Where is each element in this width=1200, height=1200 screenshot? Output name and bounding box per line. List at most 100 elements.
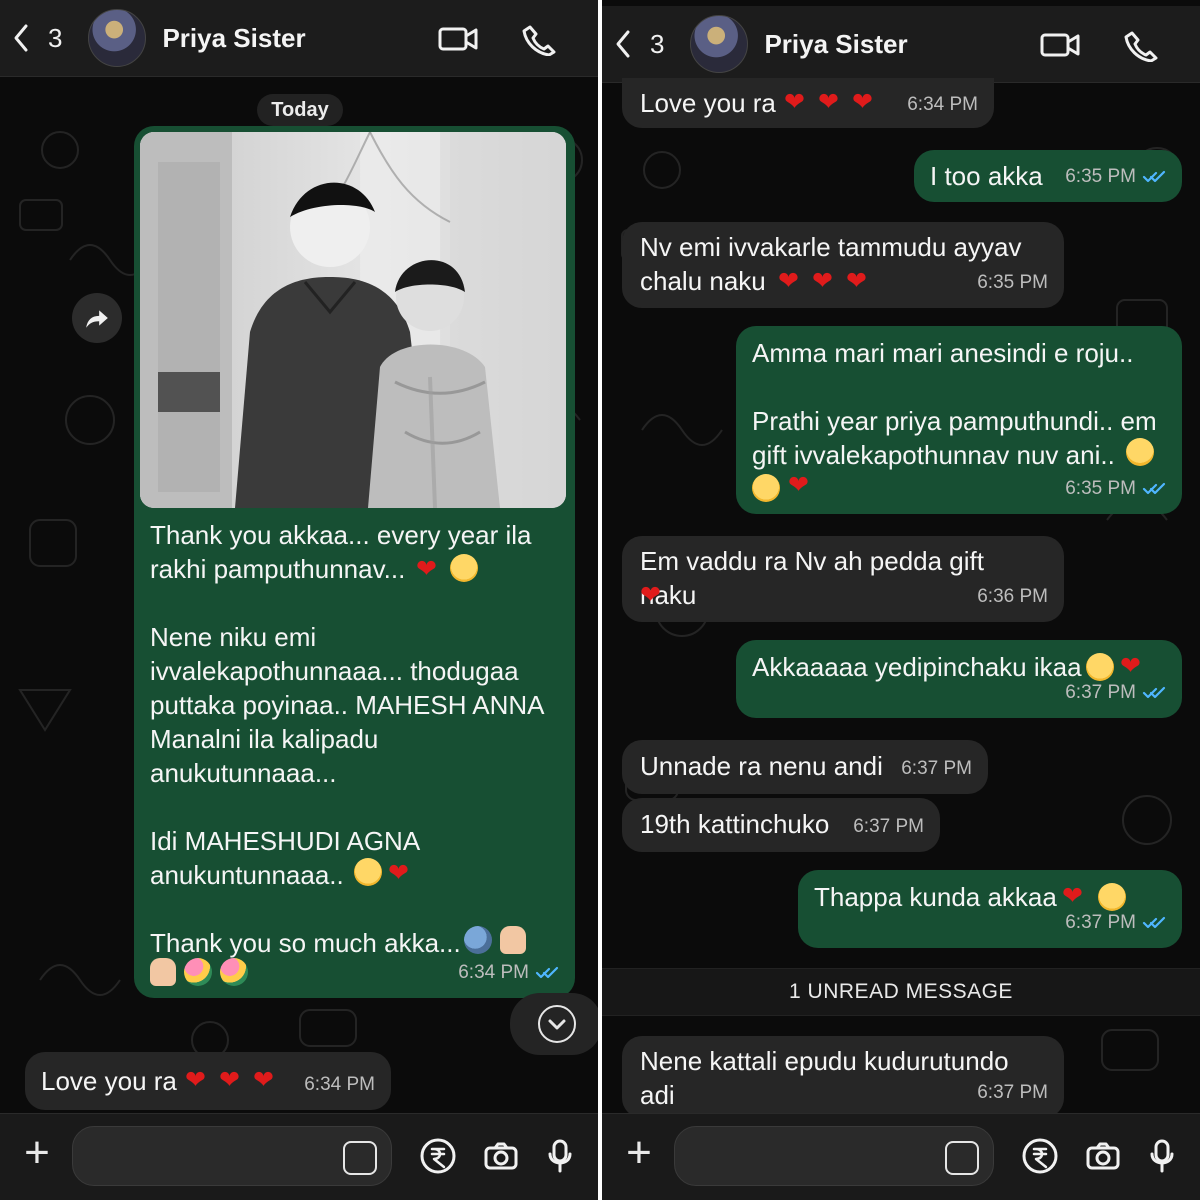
double-check-icon xyxy=(1142,482,1166,495)
heart-icon: ❤ xyxy=(253,1066,274,1094)
double-check-icon xyxy=(1142,686,1166,699)
message-input[interactable] xyxy=(72,1126,392,1186)
attach-button[interactable]: + xyxy=(18,1131,56,1175)
shared-photo[interactable] xyxy=(140,132,566,508)
message-outgoing[interactable]: Akkaaaaa yedipinchaku ikaa ❤ 6:37 PM xyxy=(736,640,1182,718)
heart-icon: ❤ xyxy=(846,267,867,295)
message-incoming[interactable]: Nene kattali epudu kudurutundo adi 6:37 … xyxy=(622,1036,1064,1118)
photo-grayscale-illustration xyxy=(140,132,566,508)
message-time: 6:35 PM xyxy=(1065,478,1136,499)
message-time: 6:34 PM xyxy=(458,962,529,983)
message-meta: 6:34 PM xyxy=(304,1068,375,1102)
message-meta: 6:37 PM xyxy=(1065,676,1166,710)
flower-bouquet-icon xyxy=(184,958,212,986)
rupee-payment-icon[interactable] xyxy=(418,1136,458,1176)
camera-icon[interactable] xyxy=(481,1136,521,1176)
double-check-icon xyxy=(1142,916,1166,929)
video-camera-icon[interactable] xyxy=(438,22,478,56)
message-time: 6:36 PM xyxy=(977,586,1048,607)
message-meta: 6:37 PM xyxy=(901,752,972,786)
sticker-icon[interactable] xyxy=(945,1141,979,1175)
message-text: Amma mari mari anesindi e roju.. Prathi … xyxy=(752,338,1157,470)
message-time: 6:37 PM xyxy=(977,1082,1048,1103)
message-time: 6:35 PM xyxy=(1065,166,1136,187)
scroll-to-bottom-button[interactable] xyxy=(510,993,598,1055)
message-meta: 6:36 PM xyxy=(977,580,1048,614)
heart-icon: ❤ xyxy=(778,267,799,295)
message-outgoing[interactable]: I too akka 6:35 PM xyxy=(914,150,1182,202)
back-chevron-icon xyxy=(616,30,630,58)
message-meta: 6:34 PM xyxy=(458,956,559,990)
message-meta: 6:37 PM xyxy=(853,810,924,844)
flower-bouquet-icon xyxy=(220,958,248,986)
contact-avatar[interactable] xyxy=(88,9,147,67)
message-time: 6:34 PM xyxy=(304,1074,375,1095)
message-meta: 6:35 PM xyxy=(1065,160,1166,194)
attach-button[interactable]: + xyxy=(620,1131,658,1175)
chat-panel-right: 3 Priya Sister Love you ra ❤ ❤ ❤ 6:34 PM xyxy=(602,0,1200,1200)
forward-arrow-icon xyxy=(86,310,108,328)
date-separator: Today xyxy=(257,94,343,126)
message-text: 19th kattinchuko xyxy=(640,809,830,839)
pray-icon xyxy=(150,958,176,986)
crying-face-icon xyxy=(1126,438,1154,466)
camera-icon[interactable] xyxy=(1083,1136,1123,1176)
microphone-icon[interactable] xyxy=(1142,1136,1182,1176)
message-incoming[interactable]: Em vaddu ra Nv ah pedda gift naku ❤ 6:36… xyxy=(622,536,1064,622)
heart-icon: ❤ xyxy=(818,88,839,116)
back-unread-count: 3 xyxy=(650,28,665,59)
contact-name[interactable]: Priya Sister xyxy=(162,23,305,54)
message-text: I too akka xyxy=(930,161,1043,191)
double-check-icon xyxy=(535,966,559,979)
contact-avatar[interactable] xyxy=(690,15,749,73)
heart-icon: ❤ xyxy=(219,1066,240,1094)
header-actions xyxy=(1040,28,1160,62)
message-text: Love you ra xyxy=(640,88,776,118)
message-time: 6:35 PM xyxy=(977,272,1048,293)
chat-header: 3 Priya Sister xyxy=(602,6,1200,83)
back-button[interactable]: 3 xyxy=(10,22,62,54)
message-incoming[interactable]: Love you ra ❤ ❤ ❤ 6:34 PM xyxy=(622,78,994,128)
message-time: 6:37 PM xyxy=(1065,912,1136,933)
message-text: Akkaaaaa yedipinchaku ikaa xyxy=(752,652,1082,682)
message-incoming[interactable]: Nv emi ivvakarle tammudu ayyav chalu nak… xyxy=(622,222,1064,308)
message-time: 6:37 PM xyxy=(853,816,924,837)
back-button[interactable]: 3 xyxy=(612,28,664,60)
plus-icon: + xyxy=(24,1128,50,1177)
heart-icon: ❤ xyxy=(784,88,805,116)
pleading-face-icon xyxy=(752,474,780,502)
heart-icon: ❤ xyxy=(852,88,873,116)
message-incoming[interactable]: Love you ra ❤ ❤ ❤ 6:34 PM xyxy=(25,1052,391,1110)
message-outgoing-photo[interactable]: Thank you akkaa... every year ila rakhi … xyxy=(134,126,575,998)
video-camera-icon[interactable] xyxy=(1040,28,1080,62)
message-meta: 6:37 PM xyxy=(977,1076,1048,1110)
scroll-down-chevron-glyph xyxy=(548,1019,566,1030)
sticker-icon[interactable] xyxy=(343,1141,377,1175)
message-meta: 6:35 PM xyxy=(1065,472,1166,506)
message-incoming[interactable]: Unnade ra nenu andi 6:37 PM xyxy=(622,740,988,794)
message-input[interactable] xyxy=(674,1126,994,1186)
screenshot-collage: 3 Priya Sister Today Thank you akkaa... … xyxy=(0,0,1200,1200)
message-time: 6:37 PM xyxy=(901,758,972,779)
rupee-payment-icon[interactable] xyxy=(1020,1136,1060,1176)
heart-icon: ❤ xyxy=(788,471,809,499)
phone-icon[interactable] xyxy=(1120,28,1160,62)
message-composer: + xyxy=(602,1113,1200,1200)
chat-panel-left: 3 Priya Sister Today Thank you akkaa... … xyxy=(0,0,598,1200)
message-incoming[interactable]: 19th kattinchuko 6:37 PM xyxy=(622,798,940,852)
message-outgoing[interactable]: Thappa kunda akkaa ❤ 6:37 PM xyxy=(798,870,1182,948)
heart-icon: ❤ xyxy=(640,581,661,609)
contact-name[interactable]: Priya Sister xyxy=(764,29,907,60)
microphone-icon[interactable] xyxy=(540,1136,580,1176)
message-text: Unnade ra nenu andi xyxy=(640,751,883,781)
message-meta: 6:37 PM xyxy=(1065,906,1166,940)
message-meta: 6:35 PM xyxy=(977,266,1048,300)
message-text: Thank you akkaa... every year ila rakhi … xyxy=(150,520,544,958)
message-text: Love you ra xyxy=(41,1066,177,1096)
plus-icon: + xyxy=(626,1128,652,1177)
message-meta: 6:34 PM xyxy=(907,88,978,122)
forward-button[interactable] xyxy=(72,293,122,343)
message-time: 6:34 PM xyxy=(907,94,978,115)
phone-icon[interactable] xyxy=(518,22,558,56)
message-outgoing[interactable]: Amma mari mari anesindi e roju.. Prathi … xyxy=(736,326,1182,514)
